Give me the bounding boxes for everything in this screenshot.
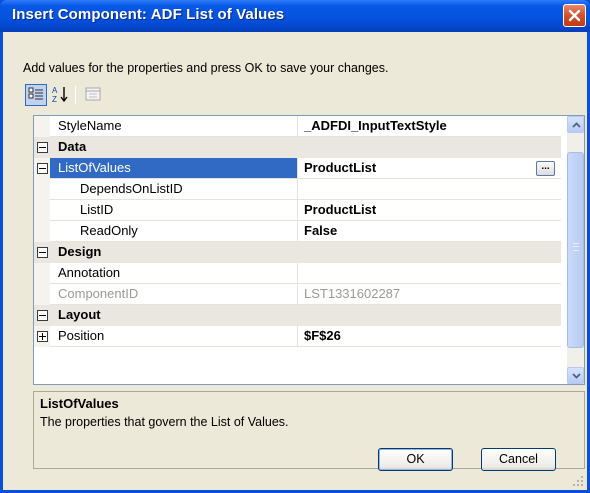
row-gutter [34,284,50,305]
chevron-down-icon [572,373,581,379]
property-value[interactable]: _ADFDI_InputTextStyle [298,116,561,137]
property-name: Position [50,326,298,347]
property-row-componentid[interactable]: ComponentID LST1331602287 [34,284,561,305]
dialog-title: Insert Component: ADF List of Values [12,6,285,23]
title-bar[interactable]: Insert Component: ADF List of Values [0,0,590,32]
property-name: ListID [50,200,298,221]
row-gutter [34,263,50,284]
category-name: Layout [58,307,101,322]
property-row-stylename[interactable]: StyleName _ADFDI_InputTextStyle [34,116,561,137]
property-pages-icon [85,87,101,101]
scroll-grip [573,243,579,251]
property-row-listid[interactable]: ListID ProductList [34,200,561,221]
property-value[interactable]: ProductList ... [298,158,561,179]
expand-icon[interactable] [37,331,48,342]
categorized-view-icon [28,87,43,100]
collapse-icon[interactable] [37,310,48,321]
dialog-body: Add values for the properties and press … [3,32,587,490]
svg-text:Z: Z [52,95,57,104]
scroll-thumb[interactable] [567,152,584,348]
alphabetical-button[interactable]: A Z [50,84,72,106]
property-name: DependsOnListID [50,179,298,200]
vertical-scrollbar[interactable] [567,116,584,384]
property-row-readonly[interactable]: ReadOnly False [34,221,561,242]
description-title: ListOfValues [40,396,119,411]
property-value[interactable] [298,263,561,284]
categorized-button[interactable] [25,84,47,106]
row-gutter [34,137,50,158]
category-row-data[interactable]: Data [34,137,561,158]
svg-text:A: A [52,86,58,95]
cancel-button[interactable]: Cancel [481,448,556,471]
resize-grip-icon[interactable] [572,475,584,487]
property-value[interactable]: ProductList [298,200,561,221]
property-pages-button[interactable] [83,84,105,106]
instruction-text: Add values for the properties and press … [23,61,389,75]
row-gutter [34,200,50,221]
property-grid: StyleName _ADFDI_InputTextStyle Data Lis… [33,115,585,385]
row-gutter [34,242,50,263]
collapse-icon[interactable] [37,163,48,174]
toolbar-separator [75,86,76,104]
category-row-design[interactable]: Design [34,242,561,263]
ok-button[interactable]: OK [378,448,453,471]
collapse-icon[interactable] [37,142,48,153]
property-row-annotation[interactable]: Annotation [34,263,561,284]
property-name: StyleName [50,116,298,137]
property-value-text: ProductList [304,160,377,175]
property-name: ListOfValues [50,158,298,179]
row-gutter [34,305,50,326]
property-name: ComponentID [50,284,298,305]
property-value[interactable] [298,179,561,200]
dialog-window: Insert Component: ADF List of Values Add… [0,0,590,493]
row-gutter [34,326,50,347]
row-gutter [34,179,50,200]
category-name: Design [58,244,102,259]
close-icon [568,9,581,22]
row-gutter [34,116,50,137]
property-row-listofvalues[interactable]: ListOfValues ProductList ... [34,158,561,179]
chevron-up-icon [572,122,581,128]
ellipsis-button[interactable]: ... [536,161,555,176]
scroll-down-button[interactable] [567,367,584,384]
property-value[interactable]: $F$26 [298,326,561,347]
property-row-dependsonlistid[interactable]: DependsOnListID [34,179,561,200]
property-name: Annotation [50,263,298,284]
property-value: LST1331602287 [298,284,561,305]
description-text: The properties that govern the List of V… [40,415,289,429]
row-gutter [34,221,50,242]
property-value[interactable]: False [298,221,561,242]
property-row-position[interactable]: Position $F$26 [34,326,561,347]
alphabetical-sort-icon: A Z [52,86,68,104]
scroll-up-button[interactable] [567,116,584,133]
property-name: ReadOnly [50,221,298,242]
category-row-layout[interactable]: Layout [34,305,561,326]
collapse-icon[interactable] [37,247,48,258]
category-name: Data [58,139,87,154]
row-gutter [34,158,50,179]
close-button[interactable] [563,4,586,27]
